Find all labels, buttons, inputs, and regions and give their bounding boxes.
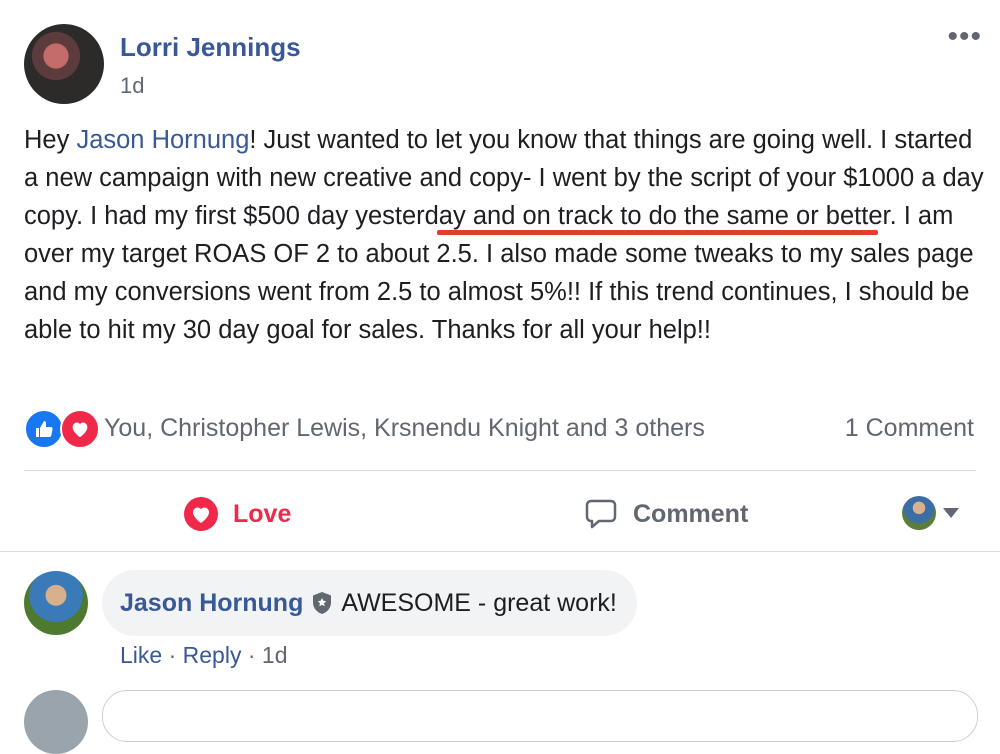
comment-text: AWESOME - great work! [341,588,617,617]
love-icon [60,409,100,449]
divider [24,470,976,471]
reaction-names[interactable]: You, Christopher Lewis, Krsnendu Knight … [104,414,705,443]
comment-author-name[interactable]: Jason Hornung [120,589,303,618]
mention-link[interactable]: Jason Hornung [76,126,249,154]
post-body: Hey Jason Hornung! Just wanted to let yo… [24,121,984,349]
chevron-down-icon[interactable] [943,508,959,518]
viewer-avatar-bottom [24,690,88,754]
admin-badge-icon [311,591,333,615]
post-text-start: Hey [24,126,77,154]
comment-like-link[interactable]: Like [120,642,162,668]
reaction-icons[interactable] [24,409,100,449]
viewer-avatar[interactable] [902,496,936,530]
author-avatar[interactable] [24,24,104,104]
comment-bubble: Jason Hornung AWESOME - great work! [102,570,637,636]
love-button[interactable]: Love [183,494,291,534]
section-divider [0,551,1000,552]
love-icon [184,497,218,531]
commenter-avatar[interactable] [24,571,88,635]
love-label: Love [233,499,292,528]
meta-separator: · [241,642,262,668]
comment-icon [585,499,617,529]
comment-timestamp[interactable]: 1d [262,642,288,668]
comment-reply-link[interactable]: Reply [183,642,242,668]
comment-button[interactable]: Comment [583,494,748,534]
post-text-rest: ! Just wanted to let you know that thing… [24,126,984,344]
highlight-underline [437,230,878,235]
post-timestamp[interactable]: 1d [120,73,144,99]
comment-meta: Like · Reply · 1d [120,642,288,669]
post-author-name[interactable]: Lorri Jennings [120,32,301,63]
comment-label: Comment [633,499,749,528]
meta-separator: · [162,642,183,668]
more-options-icon[interactable]: ••• [947,20,982,54]
comment-count[interactable]: 1 Comment [845,414,974,443]
like-icon [24,409,64,449]
